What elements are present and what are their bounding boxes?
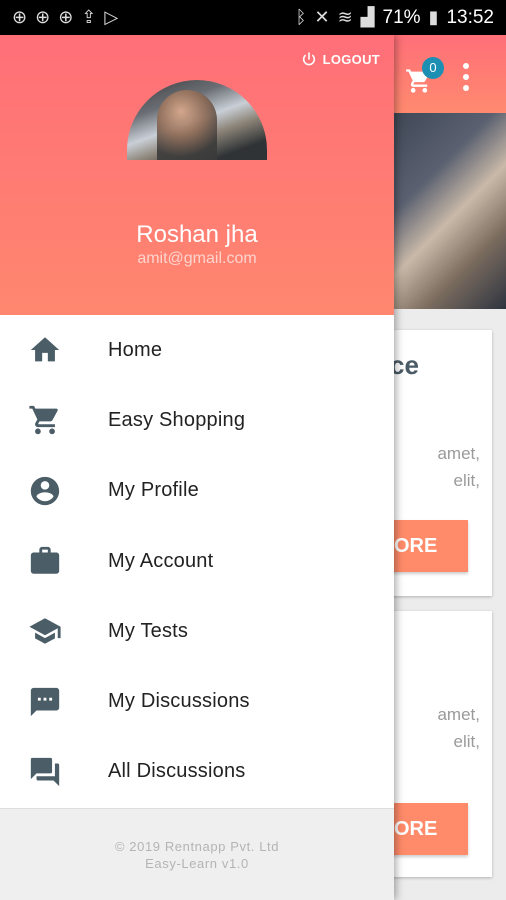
notification-grid-icon: ⊕ xyxy=(35,7,51,28)
menu-item-label: Easy Shopping xyxy=(108,408,246,431)
menu-item-label: All Discussions xyxy=(108,760,246,783)
card-title: ce xyxy=(390,350,419,380)
menu-item-my-profile[interactable]: My Profile xyxy=(0,456,394,526)
card-text-line: amet, xyxy=(437,444,480,463)
course-card: amet, elit, ORE xyxy=(380,611,492,877)
forum-icon xyxy=(28,755,62,789)
navigation-drawer: LOGOUT Roshan jha amit@gmail.com Home Ea… xyxy=(0,35,394,900)
menu-item-easy-shopping[interactable]: Easy Shopping xyxy=(0,385,394,455)
notification-grid-icon: ⊕ xyxy=(12,7,28,28)
menu-item-all-discussions[interactable]: All Discussions xyxy=(0,737,394,807)
mute-icon: ✕ xyxy=(314,7,330,27)
cart-icon xyxy=(28,403,62,437)
user-email: amit@gmail.com xyxy=(137,250,257,267)
home-icon xyxy=(28,333,62,367)
menu-item-my-tests[interactable]: My Tests xyxy=(0,596,394,666)
avatar-photo xyxy=(157,90,217,160)
clock: 13:52 xyxy=(446,6,494,28)
chat-bubble-icon xyxy=(28,685,62,719)
battery-icon: ▮ xyxy=(428,7,439,27)
notification-icons: ⊕ ⊕ ⊕ ⇪ ▷ xyxy=(12,7,118,28)
upload-icon: ⇪ xyxy=(81,7,97,28)
menu-item-my-discussions[interactable]: My Discussions xyxy=(0,666,394,736)
menu-item-label: My Tests xyxy=(108,619,189,642)
overflow-menu-icon[interactable] xyxy=(463,63,471,91)
bluetooth-icon: ᛒ xyxy=(295,7,307,27)
course-card: ce amet, elit, ORE xyxy=(380,330,492,596)
card-text-line: elit, xyxy=(453,471,480,490)
card-description: amet, elit, xyxy=(380,701,480,755)
wifi-icon: ≋ xyxy=(337,7,353,27)
logout-button[interactable]: LOGOUT xyxy=(301,51,380,67)
card-text-line: elit, xyxy=(453,732,480,751)
briefcase-icon xyxy=(28,544,62,578)
system-icons: ᛒ ✕ ≋ ▟ 71% ▮ 13:52 xyxy=(296,7,494,29)
drawer-header: LOGOUT Roshan jha amit@gmail.com xyxy=(0,35,394,315)
avatar[interactable] xyxy=(127,80,267,160)
cart-count-badge: 0 xyxy=(422,57,444,79)
drawer-footer: © 2019 Rentnapp Pvt. Ltd Easy-Learn v1.0 xyxy=(0,808,394,900)
menu-item-label: My Account xyxy=(108,549,214,572)
hero-image xyxy=(380,113,506,309)
graduation-cap-icon xyxy=(28,614,62,648)
menu-item-my-account[interactable]: My Account xyxy=(0,526,394,596)
power-icon xyxy=(302,52,315,66)
account-circle-icon xyxy=(28,474,62,508)
menu-item-home[interactable]: Home xyxy=(0,315,394,385)
signal-icon: ▟ xyxy=(360,7,375,27)
card-text-line: amet, xyxy=(437,705,480,724)
app-version: Easy-Learn v1.0 xyxy=(145,856,249,871)
status-bar: ⊕ ⊕ ⊕ ⇪ ▷ ᛒ ✕ ≋ ▟ 71% ▮ 13:52 xyxy=(0,0,506,35)
menu-item-label: My Profile xyxy=(108,479,199,502)
card-description: amet, elit, xyxy=(380,440,480,494)
battery-percent: 71% xyxy=(382,6,421,28)
logout-label: LOGOUT xyxy=(322,51,380,67)
menu-item-label: My Discussions xyxy=(108,690,250,713)
copyright-text: © 2019 Rentnapp Pvt. Ltd xyxy=(114,839,280,854)
user-name: Roshan jha xyxy=(136,221,258,248)
play-store-icon: ▷ xyxy=(104,7,119,28)
drawer-menu: Home Easy Shopping My Profile My Account… xyxy=(0,315,394,807)
menu-item-label: Home xyxy=(108,338,163,361)
notification-grid-icon: ⊕ xyxy=(58,7,74,28)
